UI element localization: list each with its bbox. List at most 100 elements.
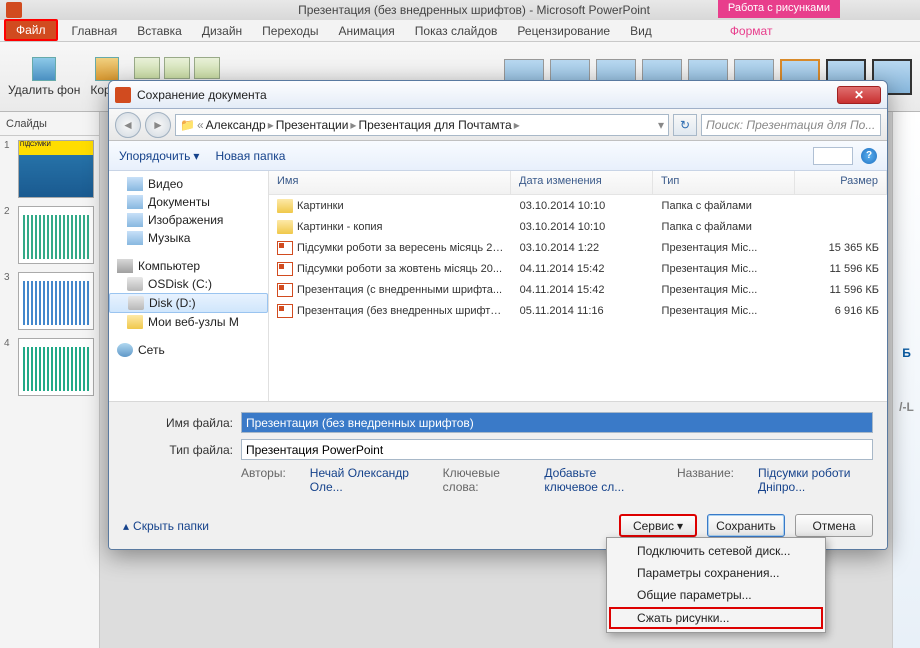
menu-compress-pictures[interactable]: Сжать рисунки... — [609, 607, 823, 629]
dialog-fields: Имя файла: Презентация (без внедренных ш… — [109, 401, 887, 504]
tab-animation[interactable]: Анимация — [328, 21, 404, 41]
folder-icon — [277, 199, 293, 213]
dialog-toolbar: Упорядочить ▾ Новая папка ? — [109, 141, 887, 171]
tab-slideshow[interactable]: Показ слайдов — [405, 21, 508, 41]
tab-home[interactable]: Главная — [62, 21, 128, 41]
list-header: Имя Дата изменения Тип Размер — [269, 171, 887, 195]
tools-button[interactable]: Сервис ▾ — [619, 514, 697, 537]
slide-number: 1 — [4, 140, 14, 198]
tree-item-osdisk[interactable]: OSDisk (C:) — [109, 275, 268, 293]
preset-thumb[interactable] — [194, 57, 220, 79]
column-name[interactable]: Имя — [269, 171, 511, 194]
tree-item-video[interactable]: Видео — [109, 175, 268, 193]
tab-design[interactable]: Дизайн — [192, 21, 252, 41]
save-button[interactable]: Сохранить — [707, 514, 785, 537]
disk-icon — [128, 296, 144, 310]
computer-icon — [117, 259, 133, 273]
save-as-dialog: Сохранение документа ✕ ◄ ► 📁 « Александр… — [108, 80, 888, 550]
images-icon — [127, 213, 143, 227]
refresh-button[interactable]: ↻ — [673, 114, 697, 136]
breadcrumb[interactable]: 📁 « Александр ▸ Презентации ▸ Презентаци… — [175, 114, 669, 136]
slide-thumbnail[interactable]: 1 ПІДСУМКИ — [0, 136, 99, 202]
tree-item-music[interactable]: Музыка — [109, 229, 268, 247]
cancel-button[interactable]: Отмена — [795, 514, 873, 537]
dialog-navbar: ◄ ► 📁 « Александр ▸ Презентации ▸ Презен… — [109, 109, 887, 141]
column-size[interactable]: Размер — [795, 171, 887, 194]
video-icon — [127, 177, 143, 191]
help-button[interactable]: ? — [861, 148, 877, 164]
network-icon — [117, 343, 133, 357]
tree-item-computer[interactable]: Компьютер — [109, 257, 268, 275]
ribbon-tabs: Файл Главная Вставка Дизайн Переходы Ани… — [0, 20, 920, 42]
authors-label: Авторы: — [241, 466, 286, 494]
chevron-up-icon: ▴ — [123, 519, 129, 533]
preset-thumb[interactable] — [134, 57, 160, 79]
filename-input[interactable]: Презентация (без внедренных шрифтов) — [241, 412, 873, 433]
tree-item-diskd[interactable]: Disk (D:) — [109, 293, 268, 313]
file-row[interactable]: Підсумки роботи за жовтень місяць 20...0… — [269, 258, 887, 279]
ppt-file-icon — [277, 304, 293, 318]
slide-number: 4 — [4, 338, 14, 396]
nav-forward-button[interactable]: ► — [145, 112, 171, 138]
search-input[interactable]: Поиск: Презентация для По... — [701, 114, 881, 136]
title-value[interactable]: Підсумки роботи Дніпро... — [758, 466, 873, 494]
menu-save-options[interactable]: Параметры сохранения... — [609, 562, 823, 584]
hide-folders-link[interactable]: ▴ Скрыть папки — [123, 519, 209, 533]
filetype-select[interactable]: Презентация PowerPoint — [241, 439, 873, 460]
column-date[interactable]: Дата изменения — [511, 171, 653, 194]
view-mode-button[interactable] — [813, 147, 853, 165]
tab-view[interactable]: Вид — [620, 21, 662, 41]
breadcrumb-item[interactable]: Презентации — [276, 118, 349, 132]
file-row[interactable]: Підсумки роботи за вересень місяць 20...… — [269, 237, 887, 258]
tree-item-documents[interactable]: Документы — [109, 193, 268, 211]
tab-format[interactable]: Формат — [720, 21, 783, 41]
tree-item-webnodes[interactable]: Мои веб-узлы M — [109, 313, 268, 331]
music-icon — [127, 231, 143, 245]
file-row[interactable]: Картинки - копия03.10.2014 10:10Папка с … — [269, 216, 887, 237]
dialog-titlebar[interactable]: Сохранение документа ✕ — [109, 81, 887, 109]
slide-content-edge: Б/-L — [892, 112, 920, 648]
remove-background-button[interactable]: Удалить фон — [8, 57, 80, 97]
file-row[interactable]: Презентация (с внедренными шрифта...04.1… — [269, 279, 887, 300]
slide-number: 3 — [4, 272, 14, 330]
slide-thumbnail[interactable]: 2 — [0, 202, 99, 268]
file-row[interactable]: Презентация (без внедренных шрифтов)05.1… — [269, 300, 887, 321]
slide-thumbnail[interactable]: 3 — [0, 268, 99, 334]
app-titlebar: Презентация (без внедренных шрифтов) - M… — [0, 0, 920, 20]
remove-background-label: Удалить фон — [8, 83, 80, 97]
ppt-file-icon — [277, 283, 293, 297]
breadcrumb-item[interactable]: Презентация для Почтамта — [358, 118, 511, 132]
keywords-value[interactable]: Добавьте ключевое сл... — [544, 466, 653, 494]
slide-thumbnail[interactable]: 4 — [0, 334, 99, 400]
organize-label: Упорядочить — [119, 149, 190, 163]
nav-back-button[interactable]: ◄ — [115, 112, 141, 138]
disk-icon — [127, 277, 143, 291]
authors-value[interactable]: Нечай Олександр Оле... — [310, 466, 419, 494]
file-row[interactable]: Картинки03.10.2014 10:10Папка с файлами — [269, 195, 887, 216]
slide-title: ПІДСУМКИ — [19, 141, 93, 155]
tab-file[interactable]: Файл — [4, 19, 58, 41]
menu-general-options[interactable]: Общие параметры... — [609, 584, 823, 606]
chevron-down-icon: ▾ — [677, 519, 683, 533]
preset-thumb[interactable] — [164, 57, 190, 79]
powerpoint-icon — [6, 2, 22, 18]
remove-background-icon — [32, 57, 56, 81]
contextual-tab-picture-tools[interactable]: Работа с рисунками — [718, 0, 840, 18]
tree-item-images[interactable]: Изображения — [109, 211, 268, 229]
column-type[interactable]: Тип — [653, 171, 795, 194]
tree-item-network[interactable]: Сеть — [109, 341, 268, 359]
slides-panel-header[interactable]: Слайды — [0, 112, 99, 136]
documents-icon — [127, 195, 143, 209]
tab-transitions[interactable]: Переходы — [252, 21, 328, 41]
tab-review[interactable]: Рецензирование — [507, 21, 620, 41]
close-button[interactable]: ✕ — [837, 86, 881, 104]
menu-map-network-drive[interactable]: Подключить сетевой диск... — [609, 540, 823, 562]
chevron-down-icon[interactable]: ▾ — [658, 118, 664, 132]
organize-button[interactable]: Упорядочить ▾ — [119, 149, 199, 163]
chevron-down-icon: ▾ — [193, 149, 199, 163]
new-folder-button[interactable]: Новая папка — [215, 149, 285, 163]
dialog-title: Сохранение документа — [137, 88, 837, 102]
ppt-file-icon — [277, 241, 293, 255]
breadcrumb-item[interactable]: Александр — [206, 118, 266, 132]
tab-insert[interactable]: Вставка — [127, 21, 192, 41]
